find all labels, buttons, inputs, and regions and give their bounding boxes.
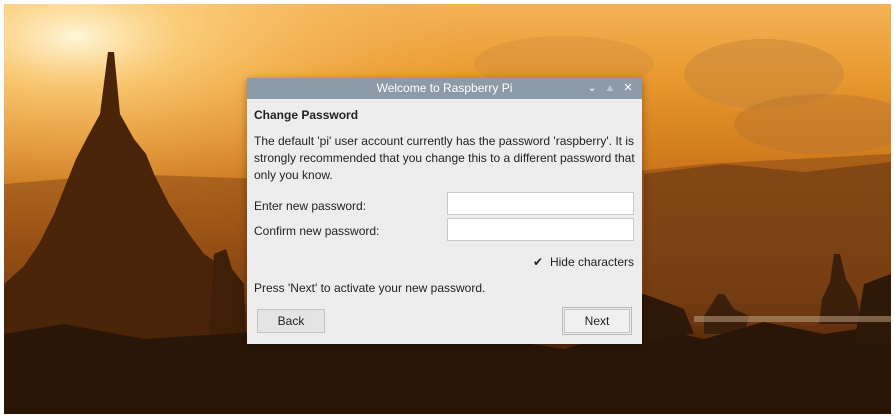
page-description: The default 'pi' user account currently … — [254, 134, 635, 182]
page-title: Change Password — [254, 108, 359, 122]
minimize-icon[interactable]: ⌄ — [585, 80, 599, 96]
checkmark-icon[interactable]: ✔ — [533, 256, 544, 268]
next-button[interactable]: Next — [562, 307, 632, 335]
maximize-icon[interactable]: ▲ — [603, 80, 617, 96]
confirm-password-input[interactable] — [447, 218, 634, 241]
next-hint-text: Press 'Next' to activate your new passwo… — [254, 281, 486, 295]
new-password-label: Enter new password: — [254, 199, 367, 213]
confirm-password-label: Confirm new password: — [254, 224, 380, 238]
back-button[interactable]: Back — [257, 309, 325, 333]
close-icon[interactable]: ✕ — [621, 80, 635, 96]
hide-characters-label: Hide characters — [549, 255, 634, 269]
new-password-input[interactable] — [447, 192, 634, 215]
title-bar[interactable]: Welcome to Raspberry Pi ⌄ ▲ ✕ — [247, 78, 642, 99]
window-title: Welcome to Raspberry Pi — [376, 81, 513, 95]
welcome-dialog: Welcome to Raspberry Pi ⌄ ▲ ✕ Change Pas… — [247, 78, 642, 344]
hide-characters-toggle[interactable]: ✔ Hide characters — [533, 254, 634, 270]
